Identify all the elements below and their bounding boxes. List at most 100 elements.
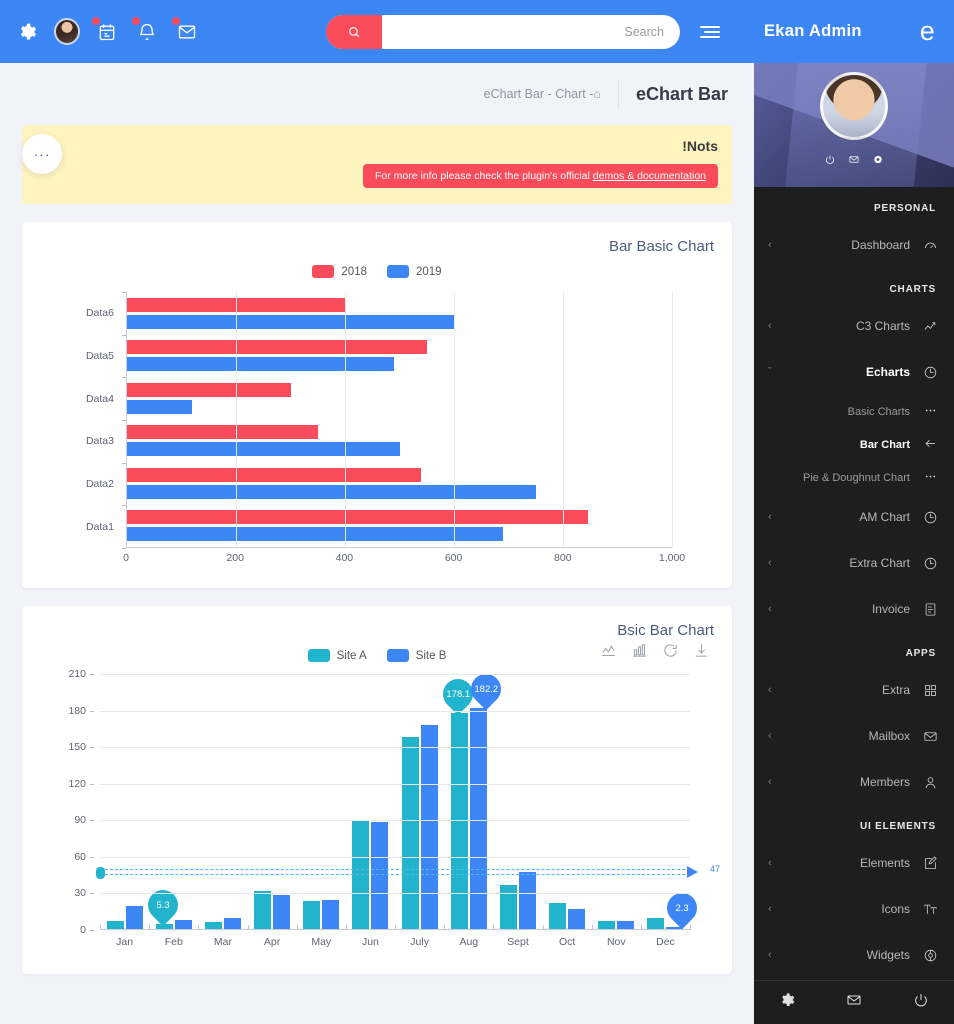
legend-swatch — [387, 265, 409, 278]
sidebar-item-invoice[interactable]: ‹ Invoice — [754, 586, 954, 632]
sidebar-item-icons[interactable]: ‹ Icons — [754, 886, 954, 932]
chart2-bar[interactable] — [549, 902, 567, 930]
sidebar-item-extra-chart[interactable]: ‹ Extra Chart — [754, 540, 954, 586]
ellipsis-icon — [922, 404, 938, 420]
chevron-icon: ‹ — [768, 776, 772, 788]
trend-line-icon — [922, 319, 938, 334]
chart2-x-tick-label: Feb — [164, 936, 183, 948]
chart2-value-pin-label: 5.3 — [156, 899, 170, 911]
page-options-button[interactable]: ··· — [22, 134, 62, 174]
sidebar-item-dashboard[interactable]: ‹ Dashboard — [754, 222, 954, 268]
pie-clock-icon — [922, 365, 938, 380]
power-icon[interactable] — [825, 154, 836, 165]
chart2-bar[interactable] — [371, 821, 389, 930]
chart1-bar[interactable] — [127, 357, 395, 372]
chart1-x-tick-label: 1,000 — [658, 552, 686, 564]
chart2-bar[interactable] — [518, 871, 536, 930]
sidebar-item-mailbox[interactable]: ‹ Mailbox — [754, 713, 954, 759]
power-icon[interactable] — [913, 992, 929, 1013]
breadcrumb-divider — [617, 80, 619, 108]
card-title: Bar Basic Chart — [608, 238, 714, 255]
chart2-bar[interactable] — [469, 707, 487, 930]
bell-icon[interactable] — [132, 16, 160, 45]
legend-item[interactable]: 2019 — [387, 265, 442, 278]
download-icon[interactable] — [693, 642, 710, 664]
sidebar-item-widgets[interactable]: ‹ Widgets — [754, 932, 954, 978]
chart2-x-tick — [296, 925, 298, 930]
pie-clock-icon — [922, 556, 938, 571]
restore-icon[interactable] — [662, 642, 679, 664]
notice-title: !Nots — [682, 138, 718, 154]
chart2-x-tick — [640, 925, 642, 930]
chart2-bar[interactable] — [352, 820, 370, 930]
calendar-icon[interactable] — [92, 16, 120, 45]
envelope-icon[interactable] — [849, 154, 860, 165]
chart2-bar[interactable] — [303, 901, 321, 930]
chart2-bar-group — [543, 674, 592, 930]
chart1-bar[interactable] — [127, 484, 536, 499]
chevron-icon: ‹ — [768, 949, 772, 961]
chart2-bar[interactable] — [499, 884, 517, 930]
sidebar-section-heading: PERSONAL — [874, 203, 936, 214]
envelope-icon[interactable] — [846, 992, 862, 1013]
chart2-y-tick-label: 90 — [74, 814, 86, 827]
gear-icon[interactable] — [779, 992, 795, 1013]
settings-dot-icon[interactable] — [873, 154, 884, 165]
sidebar-subitem-basic-charts[interactable]: Basic Charts — [754, 395, 954, 428]
gear-icon[interactable] — [14, 19, 40, 45]
chart1-bar[interactable] — [127, 510, 588, 525]
sidebar-item-c3-charts[interactable]: ‹ C3 Charts — [754, 303, 954, 349]
sidebar-item-members[interactable]: ‹ Members — [754, 759, 954, 805]
notice-banner: !Nots For more info please check the plu… — [22, 125, 732, 204]
chart1-gridline — [672, 292, 673, 547]
chart1-bar[interactable] — [127, 399, 193, 414]
chart2-bar-group — [346, 674, 395, 930]
bell-badge — [132, 16, 140, 25]
chart2-x-tick-label: Jun — [361, 936, 379, 948]
bar-chart-icon[interactable] — [631, 642, 648, 664]
chart2-bar[interactable] — [273, 895, 291, 930]
user-avatar[interactable] — [54, 18, 80, 45]
notice-link[interactable]: demos & documentation — [593, 170, 706, 182]
legend-item[interactable]: Site B — [386, 649, 446, 662]
sidebar-item-extra[interactable]: ‹ Extra — [754, 667, 954, 713]
chart1-bar[interactable] — [127, 314, 454, 329]
sidebar-item-am-chart[interactable]: ‹ AM Chart — [754, 494, 954, 540]
home-icon[interactable]: ⌂ — [593, 87, 601, 101]
search-button[interactable] — [326, 14, 382, 49]
topbar-icon-group — [0, 16, 200, 45]
chart2-bar[interactable] — [401, 737, 419, 930]
chart1-bar[interactable] — [127, 527, 504, 542]
chart2-bar[interactable] — [322, 899, 340, 930]
sidebar-subitem-pie-doughnut-chart[interactable]: Pie & Doughnut Chart — [754, 461, 954, 494]
chart1-bar[interactable] — [127, 425, 318, 440]
chart2-bar[interactable] — [254, 891, 272, 930]
sidebar-item-elements[interactable]: ‹ Elements — [754, 840, 954, 886]
ellipsis-icon — [922, 470, 938, 486]
envelope-icon[interactable] — [172, 16, 200, 45]
legend-item[interactable]: 2018 — [312, 265, 367, 278]
chart1-bar-group — [127, 505, 672, 548]
legend-item[interactable]: Site A — [307, 649, 367, 662]
chart2-bar[interactable] — [420, 725, 438, 930]
avatar[interactable] — [820, 72, 888, 140]
chart1-bar[interactable] — [127, 382, 291, 397]
sidebar-item-label: Extra Chart — [849, 556, 910, 570]
chart2-bar[interactable] — [125, 905, 143, 930]
chart2-bar[interactable] — [568, 909, 586, 930]
chart1-axis-tick — [122, 377, 126, 379]
menu-toggle-icon[interactable] — [700, 25, 720, 38]
sidebar-subitem-bar-chart[interactable]: Bar Chart — [754, 428, 954, 461]
chart1-bar[interactable] — [127, 442, 400, 457]
chart1-bar[interactable] — [127, 340, 427, 355]
sidebar-item-echarts[interactable]: ˇ Echarts — [754, 349, 954, 395]
chart1-bar[interactable] — [127, 467, 422, 482]
chevron-icon: ‹ — [768, 320, 772, 332]
search-input[interactable] — [382, 14, 680, 49]
breadcrumb-path[interactable]: eChart Bar - Chart - — [484, 87, 594, 101]
top-navigation-bar: Ekan Admin e — [0, 0, 954, 63]
line-chart-icon[interactable] — [600, 642, 617, 664]
chart2-bar[interactable] — [450, 712, 468, 930]
chart2-x-tick — [149, 925, 151, 930]
arrow-left-icon — [922, 437, 938, 453]
